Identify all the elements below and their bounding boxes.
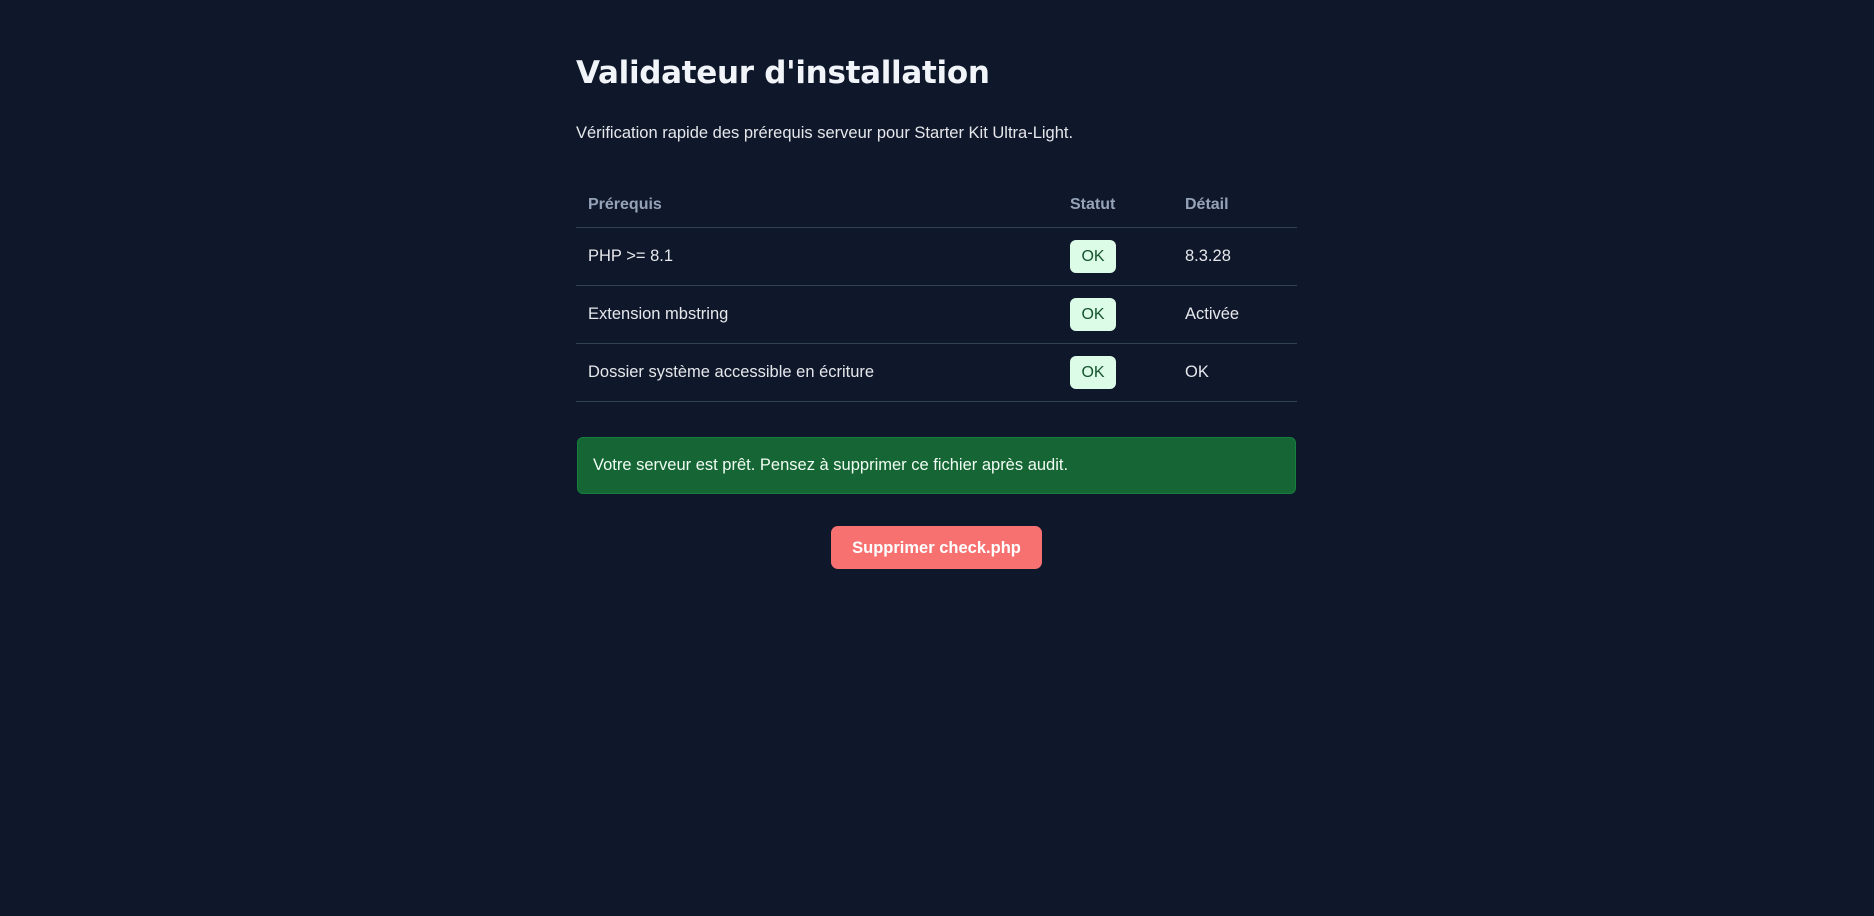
- status-badge: OK: [1070, 240, 1116, 273]
- status-cell: OK: [1058, 227, 1173, 286]
- status-badge: OK: [1070, 356, 1116, 389]
- table-header-row: Prérequis Statut Détail: [576, 182, 1297, 228]
- detail-cell: Activée: [1173, 285, 1297, 344]
- table-row: Extension mbstring OK Activée: [576, 285, 1297, 344]
- delete-check-file-button[interactable]: Supprimer check.php: [831, 526, 1042, 569]
- table-row: PHP >= 8.1 OK 8.3.28: [576, 227, 1297, 286]
- column-header-detail: Détail: [1173, 182, 1297, 228]
- success-alert: Votre serveur est prêt. Pensez à supprim…: [577, 437, 1296, 494]
- column-header-requirement: Prérequis: [576, 182, 1058, 228]
- status-cell: OK: [1058, 343, 1173, 402]
- detail-cell: 8.3.28: [1173, 227, 1297, 286]
- page-subtitle: Vérification rapide des prérequis serveu…: [576, 124, 1074, 142]
- requirement-cell: Dossier système accessible en écriture: [576, 343, 1058, 402]
- requirement-cell: Extension mbstring: [576, 285, 1058, 344]
- detail-cell: OK: [1173, 343, 1297, 402]
- actions-bar: Supprimer check.php: [576, 526, 1297, 569]
- status-badge: OK: [1070, 298, 1116, 331]
- requirement-cell: PHP >= 8.1: [576, 227, 1058, 286]
- status-cell: OK: [1058, 285, 1173, 344]
- page-title: Validateur d'installation: [576, 55, 990, 91]
- requirements-table: Prérequis Statut Détail PHP >= 8.1 OK 8.…: [576, 182, 1297, 402]
- column-header-status: Statut: [1058, 182, 1173, 228]
- table-row: Dossier système accessible en écriture O…: [576, 343, 1297, 402]
